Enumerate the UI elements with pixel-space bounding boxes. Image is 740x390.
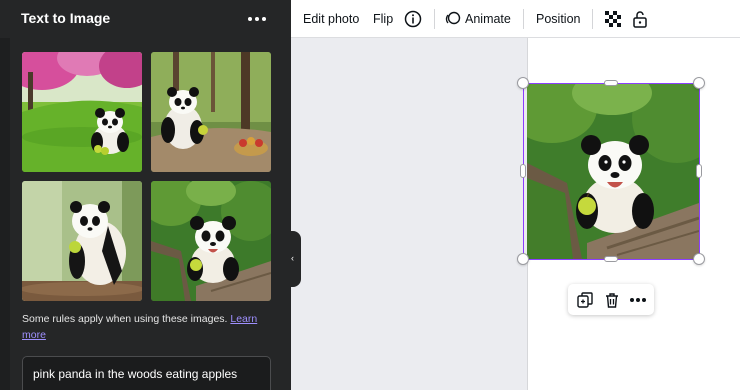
resize-handle-top[interactable] — [604, 80, 618, 86]
trash-icon[interactable] — [602, 290, 622, 310]
toolbar-divider — [434, 9, 435, 29]
generated-image-4[interactable] — [151, 181, 271, 301]
animate-label: Animate — [465, 12, 511, 26]
panel-header: Text to Image — [0, 0, 291, 38]
selected-image[interactable] — [527, 83, 699, 259]
panda-forest-image — [151, 52, 271, 172]
more-options-icon[interactable] — [248, 12, 268, 26]
toolbar-divider — [592, 9, 593, 29]
panda-log-image — [22, 181, 142, 301]
text-to-image-panel: Text to Image Some rules apply when usin… — [0, 0, 291, 390]
resize-handle-bottom-left[interactable] — [517, 253, 529, 265]
generated-image-2[interactable] — [151, 52, 271, 172]
position-button[interactable]: Position — [536, 0, 580, 38]
panda-branch-image — [151, 181, 271, 301]
chevron-left-icon: ‹ — [291, 253, 294, 263]
top-toolbar: Edit photo Flip Animate Position — [291, 0, 740, 38]
resize-handle-left[interactable] — [520, 164, 526, 178]
transparency-icon[interactable] — [603, 9, 623, 29]
prompt-input-value: pink panda in the woods eating apples — [33, 367, 238, 381]
toolbar-divider — [523, 9, 524, 29]
collapse-panel-button[interactable]: ‹ — [289, 231, 301, 287]
generated-image-1[interactable] — [22, 52, 142, 172]
resize-handle-bottom[interactable] — [604, 256, 618, 262]
flip-button[interactable]: Flip — [373, 0, 393, 38]
resize-handle-top-left[interactable] — [517, 77, 529, 89]
duplicate-icon[interactable] — [575, 290, 595, 310]
prompt-input[interactable]: pink panda in the woods eating apples — [22, 356, 271, 390]
info-icon[interactable] — [403, 9, 423, 29]
unlock-icon[interactable] — [630, 9, 650, 29]
panda-branch-image — [527, 83, 699, 259]
animate-icon — [445, 11, 461, 25]
more-horizontal-icon[interactable] — [628, 290, 648, 310]
resize-handle-top-right[interactable] — [693, 77, 705, 89]
generated-image-3[interactable] — [22, 181, 142, 301]
panda-meadow-image — [22, 52, 142, 172]
resize-handle-right[interactable] — [696, 164, 702, 178]
rules-text: Some rules apply when using these images… — [22, 313, 228, 325]
edit-photo-button[interactable]: Edit photo — [303, 0, 359, 38]
element-context-menu — [568, 284, 654, 315]
usage-rules-text: Some rules apply when using these images… — [22, 311, 272, 343]
resize-handle-bottom-right[interactable] — [693, 253, 705, 265]
panel-edge — [0, 38, 10, 390]
animate-button[interactable]: Animate — [445, 0, 511, 38]
panel-title: Text to Image — [21, 10, 111, 26]
